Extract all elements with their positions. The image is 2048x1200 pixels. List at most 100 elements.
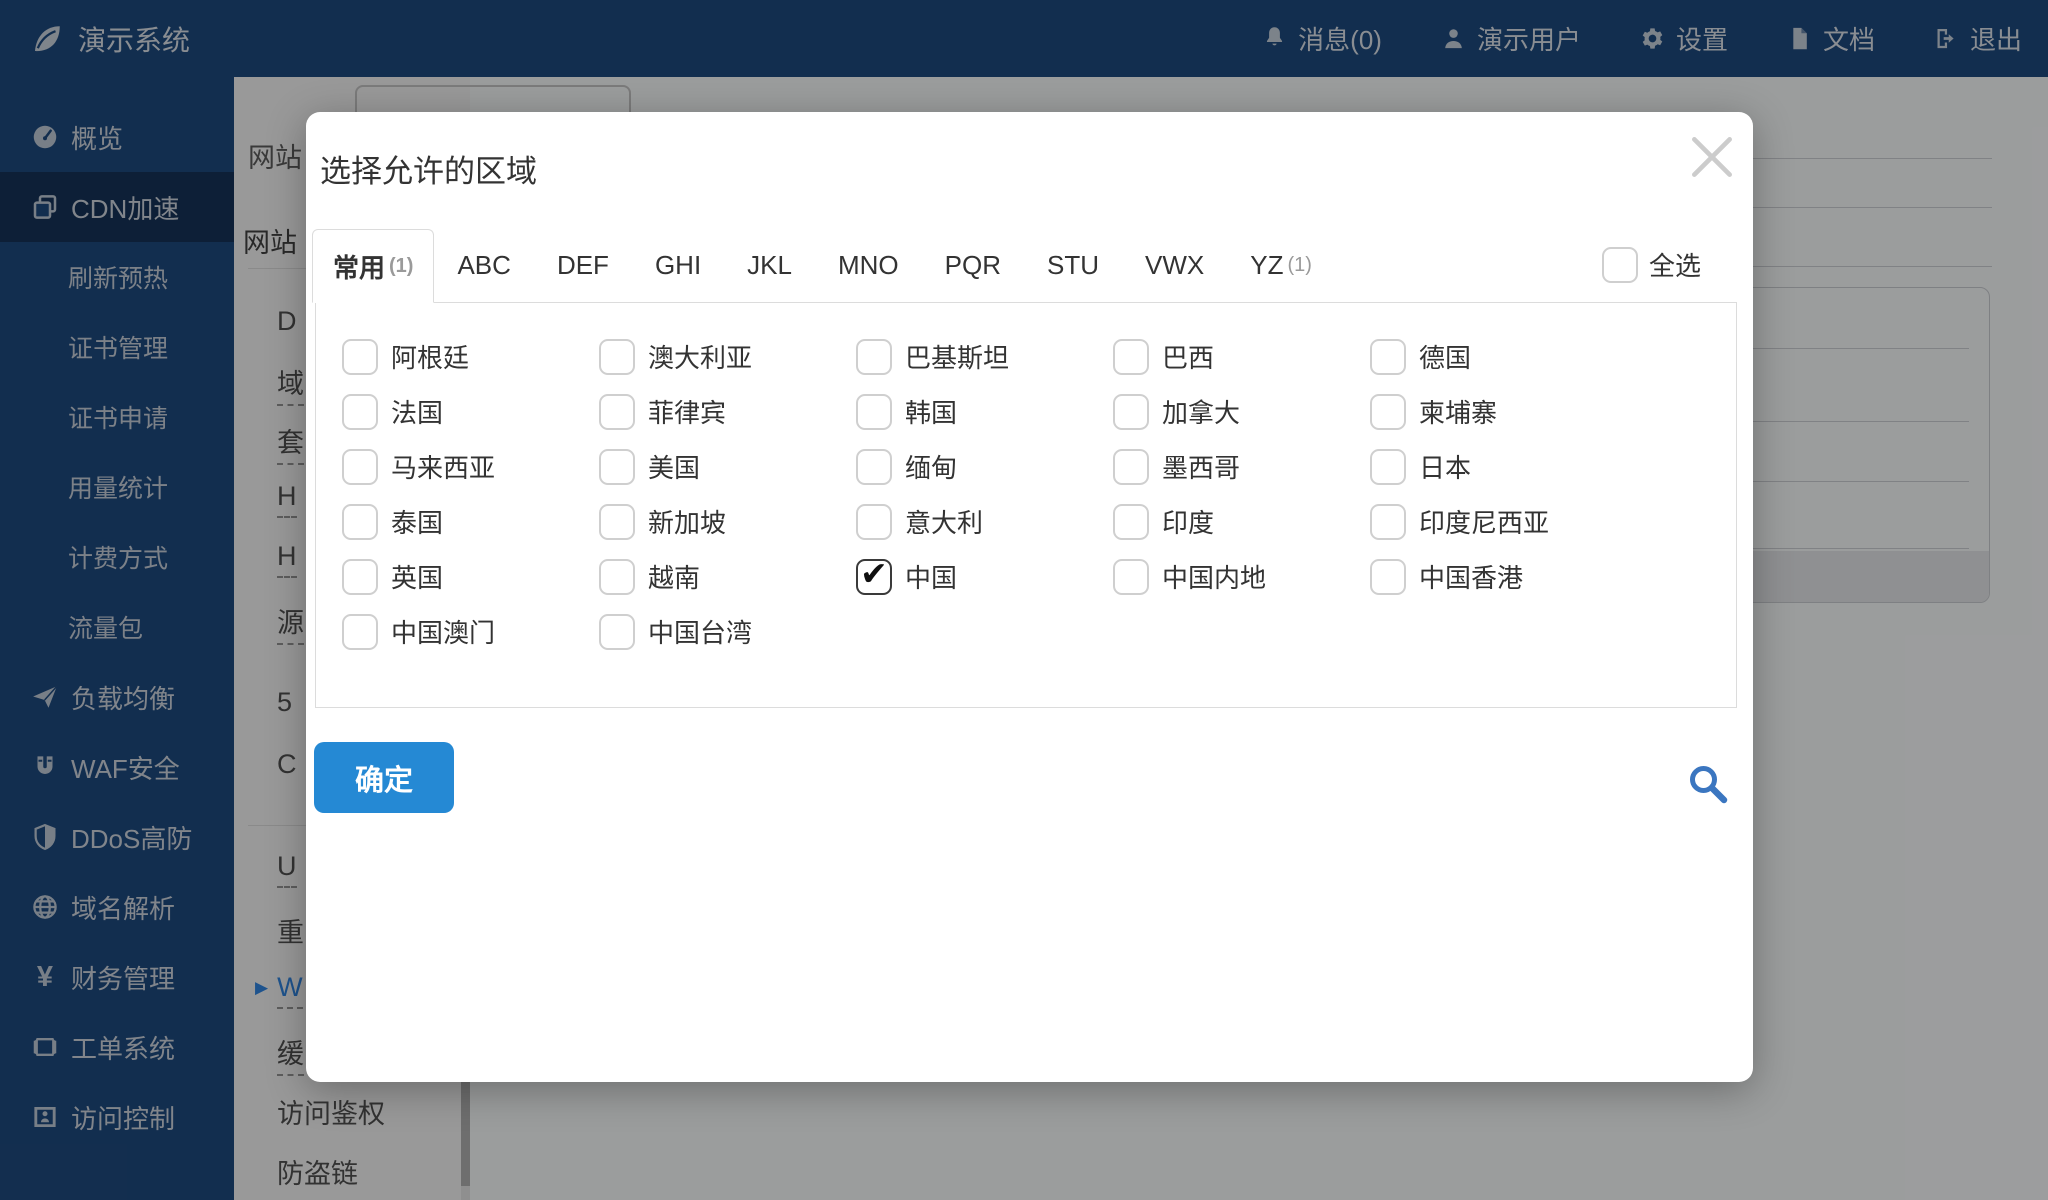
checkbox-unchecked[interactable] [856, 503, 892, 540]
checkbox-unchecked[interactable] [1370, 393, 1406, 430]
region-select-dialog: 选择允许的区域 常用 (1) ABC DEF GHI JKL MNO PQR STU VWX YZ(… [306, 112, 1753, 1082]
region-checkbox-8[interactable]: 加拿大 [1113, 384, 1370, 439]
checkbox-unchecked[interactable] [342, 613, 378, 650]
region-label: 马来西亚 [391, 453, 496, 483]
region-label: 柬埔寨 [1419, 398, 1498, 428]
region-checkbox-19[interactable]: 印度尼西亚 [1370, 494, 1627, 549]
tab-label: JKL [747, 250, 792, 280]
region-checkbox-16[interactable]: 新加坡 [599, 494, 856, 549]
dialog-title: 选择允许的区域 [320, 154, 537, 189]
search-icon[interactable] [1685, 761, 1731, 807]
region-label: 墨西哥 [1162, 453, 1241, 483]
region-label: 菲律宾 [648, 398, 727, 428]
region-label: 新加坡 [648, 508, 727, 538]
region-checkbox-24[interactable]: 中国香港 [1370, 549, 1627, 604]
tab-常用[interactable]: 常用 (1) [312, 229, 435, 303]
checkbox-checked[interactable] [856, 558, 892, 595]
checkbox-unchecked[interactable] [599, 448, 635, 485]
region-checkbox-3[interactable]: 巴西 [1113, 329, 1370, 384]
region-label: 美国 [648, 453, 701, 483]
tab-def[interactable]: DEF [534, 229, 632, 302]
checkbox-unchecked[interactable] [856, 448, 892, 485]
checkbox-unchecked[interactable] [342, 503, 378, 540]
region-label: 巴基斯坦 [905, 343, 1010, 373]
tab-jkl[interactable]: JKL [724, 229, 815, 302]
region-checkbox-21[interactable]: 越南 [599, 549, 856, 604]
region-checkbox-23[interactable]: 中国内地 [1113, 549, 1370, 604]
region-label: 印度尼西亚 [1419, 508, 1550, 538]
tab-label: YZ [1250, 250, 1284, 280]
checkbox-unchecked[interactable] [599, 338, 635, 375]
tab-stu[interactable]: STU [1024, 229, 1122, 302]
tab-label: MNO [837, 250, 899, 280]
checkbox-unchecked[interactable] [599, 503, 635, 540]
region-checkbox-22[interactable]: 中国 [856, 549, 1113, 604]
checkbox-unchecked[interactable] [599, 393, 635, 430]
checkbox-unchecked[interactable] [342, 338, 378, 375]
tab-abc[interactable]: ABC [434, 229, 533, 302]
close-icon[interactable] [1685, 130, 1739, 184]
tab-label: VWX [1145, 250, 1205, 280]
region-label: 巴西 [1162, 343, 1215, 373]
region-checkbox-9[interactable]: 柬埔寨 [1370, 384, 1627, 439]
region-label: 中国香港 [1419, 563, 1524, 593]
region-label: 韩国 [905, 398, 958, 428]
region-checkbox-26[interactable]: 中国台湾 [599, 604, 856, 659]
region-checkbox-15[interactable]: 泰国 [342, 494, 599, 549]
checkbox-unchecked[interactable] [1113, 393, 1149, 430]
region-checkbox-17[interactable]: 意大利 [856, 494, 1113, 549]
region-checkbox-1[interactable]: 澳大利亚 [599, 329, 856, 384]
checkbox-unchecked[interactable] [1113, 558, 1149, 595]
region-checkbox-18[interactable]: 印度 [1113, 494, 1370, 549]
region-label: 中国内地 [1162, 563, 1267, 593]
confirm-button[interactable]: 确定 [314, 742, 454, 813]
tab-label: GHI [654, 250, 702, 280]
checkbox-unchecked[interactable] [1370, 338, 1406, 375]
select-all-checkbox[interactable]: 全选 [1601, 246, 1701, 283]
region-checkbox-6[interactable]: 菲律宾 [599, 384, 856, 439]
region-checkbox-2[interactable]: 巴基斯坦 [856, 329, 1113, 384]
checkbox-unchecked[interactable] [342, 558, 378, 595]
region-label: 泰国 [391, 508, 444, 538]
tab-ghi[interactable]: GHI [632, 229, 724, 302]
region-checkbox-7[interactable]: 韩国 [856, 384, 1113, 439]
region-checkbox-4[interactable]: 德国 [1370, 329, 1627, 384]
region-checkbox-0[interactable]: 阿根廷 [342, 329, 599, 384]
region-label: 中国台湾 [648, 618, 753, 648]
tab-yz[interactable]: YZ (1) [1227, 229, 1335, 302]
tab-vwx[interactable]: VWX [1122, 229, 1227, 302]
region-checkbox-25[interactable]: 中国澳门 [342, 604, 599, 659]
checkbox-unchecked[interactable] [1370, 558, 1406, 595]
region-checkbox-12[interactable]: 缅甸 [856, 439, 1113, 494]
region-label: 意大利 [905, 508, 984, 538]
region-label: 德国 [1419, 343, 1472, 373]
checkbox-unchecked[interactable] [1370, 448, 1406, 485]
region-checkbox-13[interactable]: 墨西哥 [1113, 439, 1370, 494]
checkbox-unchecked[interactable] [342, 393, 378, 430]
checkbox-unchecked[interactable] [1370, 503, 1406, 540]
tab-mno[interactable]: MNO [815, 229, 922, 302]
tab-label: ABC [457, 250, 511, 280]
region-label: 中国 [905, 563, 958, 593]
region-checkbox-11[interactable]: 美国 [599, 439, 856, 494]
region-label: 法国 [391, 398, 444, 428]
checkbox-unchecked[interactable] [342, 448, 378, 485]
region-checkbox-20[interactable]: 英国 [342, 549, 599, 604]
checkbox-unchecked[interactable] [599, 613, 635, 650]
region-checkbox-14[interactable]: 日本 [1370, 439, 1627, 494]
checkbox-unchecked[interactable] [1113, 448, 1149, 485]
region-checkbox-5[interactable]: 法国 [342, 384, 599, 439]
tab-label: 常用 [333, 252, 386, 283]
region-label: 缅甸 [905, 453, 958, 483]
checkbox-unchecked[interactable] [1113, 503, 1149, 540]
tab-bar: 常用 (1) ABC DEF GHI JKL MNO PQR STU VWX YZ (1) [312, 229, 1335, 303]
select-all-label: 全选 [1648, 251, 1701, 281]
region-checkbox-10[interactable]: 马来西亚 [342, 439, 599, 494]
tab-label: DEF [556, 250, 609, 280]
select-all-box[interactable] [1601, 246, 1638, 283]
checkbox-unchecked[interactable] [1113, 338, 1149, 375]
checkbox-unchecked[interactable] [856, 338, 892, 375]
checkbox-unchecked[interactable] [856, 393, 892, 430]
tab-pqr[interactable]: PQR [922, 229, 1024, 302]
checkbox-unchecked[interactable] [599, 558, 635, 595]
